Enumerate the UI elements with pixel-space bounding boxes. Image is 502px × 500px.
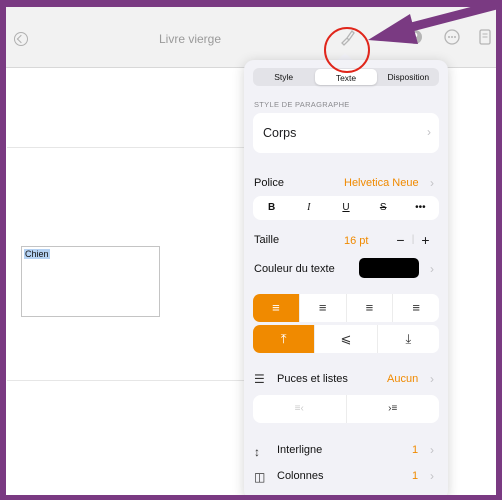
columns-icon: ◫ xyxy=(254,470,266,484)
increase-size-button[interactable]: + xyxy=(416,233,435,247)
chevron-right-icon: › xyxy=(430,372,434,386)
size-value: 16 pt xyxy=(344,235,369,247)
page-line xyxy=(7,147,247,148)
format-panel: Style Texte Disposition STYLE DE PARAGRA… xyxy=(244,60,448,500)
align-top-icon[interactable]: ⤒ xyxy=(253,325,316,353)
list-icon: ☰ xyxy=(254,372,265,386)
tab-disposition[interactable]: Disposition xyxy=(378,68,439,86)
back-icon[interactable] xyxy=(14,32,28,46)
text-box[interactable]: Chien xyxy=(21,246,160,317)
underline-button[interactable]: U xyxy=(327,196,364,220)
tab-style[interactable]: Style xyxy=(253,68,314,86)
size-label: Taille xyxy=(254,234,280,246)
horizontal-alignment: ≡ ≡ ≡ ≡ xyxy=(253,294,439,322)
columns-value[interactable]: 1 xyxy=(412,470,418,482)
font-value[interactable]: Helvetica Neue xyxy=(344,177,419,189)
align-right-icon[interactable]: ≡ xyxy=(347,294,394,322)
page-line xyxy=(7,380,247,381)
bullets-label: Puces et listes xyxy=(277,373,348,385)
bullets-value[interactable]: Aucun xyxy=(387,373,418,385)
indent-icon[interactable]: ›≡ xyxy=(347,395,440,423)
font-label: Police xyxy=(254,177,284,189)
bold-button[interactable]: B xyxy=(253,196,290,220)
selected-text[interactable]: Chien xyxy=(24,249,50,259)
align-bottom-icon[interactable]: ⤓ xyxy=(378,325,439,353)
italic-button[interactable]: I xyxy=(290,196,327,220)
chevron-right-icon: › xyxy=(430,443,434,457)
paragraph-style-value: Corps xyxy=(263,126,297,140)
text-color-label: Couleur du texte xyxy=(254,263,335,275)
chevron-right-icon: › xyxy=(430,262,434,276)
paragraph-style-header: STYLE DE PARAGRAPHE xyxy=(254,100,350,109)
indent-controls: ≡‹ ›≡ xyxy=(253,395,439,423)
document-title: Livre vierge xyxy=(158,32,222,46)
outdent-icon[interactable]: ≡‹ xyxy=(253,395,347,423)
chevron-right-icon: › xyxy=(430,469,434,483)
align-justify-icon[interactable]: ≡ xyxy=(393,294,439,322)
align-center-icon[interactable]: ≡ xyxy=(300,294,347,322)
strikethrough-button[interactable]: S xyxy=(365,196,402,220)
line-spacing-icon: ↕ xyxy=(254,445,260,459)
size-stepper: − | + xyxy=(391,233,435,247)
chevron-right-icon: › xyxy=(427,125,431,139)
line-spacing-value[interactable]: 1 xyxy=(412,444,418,456)
align-middle-icon[interactable]: ⩽ xyxy=(315,325,378,353)
vertical-alignment: ⤒ ⩽ ⤓ xyxy=(253,325,439,353)
line-spacing-label: Interligne xyxy=(277,444,323,456)
align-left-icon[interactable]: ≡ xyxy=(253,294,300,322)
chevron-right-icon: › xyxy=(430,176,434,190)
format-buttons: B I U S ••• xyxy=(253,196,439,220)
more-format-button[interactable]: ••• xyxy=(402,196,439,220)
paragraph-style-row[interactable]: Corps › xyxy=(253,113,439,153)
decrease-size-button[interactable]: − xyxy=(391,233,410,247)
annotation-arrow xyxy=(368,0,502,44)
text-color-swatch[interactable] xyxy=(359,258,419,278)
columns-label: Colonnes xyxy=(277,470,324,482)
